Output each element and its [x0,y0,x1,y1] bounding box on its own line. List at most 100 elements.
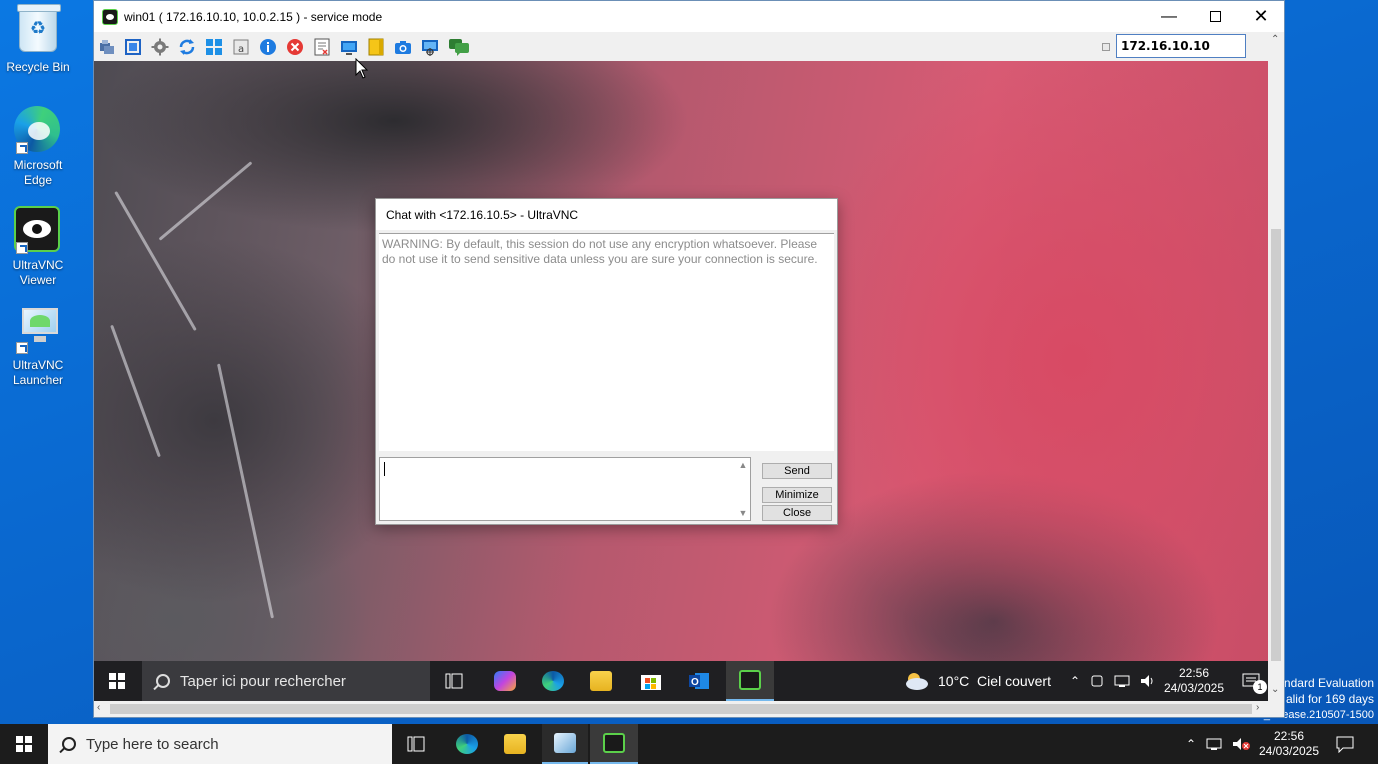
chevron-up-icon[interactable]: ⌃ [1070,674,1080,688]
remote-search-box[interactable]: Taper ici pour rechercher [142,661,430,701]
window-title: win01 ( 172.16.10.10, 10.0.2.15 ) - serv… [124,9,383,24]
file-transfer-icon[interactable] [313,38,331,56]
scroll-up-icon[interactable]: ⌃ [1271,34,1279,45]
host-edge-button[interactable] [452,724,482,764]
weather-cloud-icon [906,673,928,690]
connection-info-icon[interactable] [259,38,277,56]
remote-desktop-screen[interactable]: Chat with <172.16.10.5> - UltraVNC WARNI… [94,61,1268,701]
edge-icon [542,671,564,691]
desktop-icon-recycle-bin[interactable]: Recycle Bin [2,4,74,75]
remote-edge-button[interactable] [538,661,568,701]
chat-dialog: Chat with <172.16.10.5> - UltraVNC WARNI… [375,198,838,525]
folder-icon [504,734,526,754]
windows-logo-icon [16,736,32,752]
close-connection-icon[interactable] [286,38,304,56]
options-gear-icon[interactable] [151,38,169,56]
start-button[interactable] [0,724,48,764]
host-date: 24/03/2025 [1258,744,1320,758]
horizontal-scrollbar[interactable]: ‹ › [94,701,1268,717]
scroll-up-icon[interactable]: ▲ [738,460,748,470]
address-field[interactable]: 172.16.10.10 [1116,34,1246,58]
folder-icon [590,671,612,691]
svg-text:O: O [691,677,699,688]
outlook-icon: O [689,673,709,689]
close-icon: ✕ [1253,6,1269,26]
minimize-icon: — [1161,7,1177,25]
send-start-icon[interactable] [205,38,223,56]
host-ultravnc-viewer-button[interactable] [590,724,638,764]
host-file-explorer-button[interactable] [500,724,530,764]
refresh-icon[interactable] [178,38,196,56]
windows-logo-icon [109,673,125,689]
text-chat-icon[interactable] [367,38,385,56]
send-ctrl-alt-del-icon[interactable] [98,38,116,56]
maximize-button[interactable] [1192,1,1238,32]
host-time: 22:56 [1273,729,1305,743]
notification-icon [1336,736,1354,753]
remote-start-button[interactable] [94,661,140,701]
host-search-box[interactable]: Type here to search [48,724,392,764]
send-button[interactable]: Send [762,463,832,479]
close-chat-button[interactable]: Close [762,505,832,521]
remote-ultravnc-button[interactable] [726,661,774,701]
scroll-left-icon[interactable]: ‹ [97,702,100,713]
fullscreen-icon[interactable] [124,38,142,56]
copilot-button[interactable] [490,661,520,701]
scroll-down-icon[interactable]: ⌄ [1271,684,1279,695]
scrollbar-thumb[interactable] [110,704,1252,714]
ultravnc-viewer-icon [603,733,625,753]
scroll-right-icon[interactable]: › [1256,702,1259,713]
window-titlebar[interactable]: win01 ( 172.16.10.10, 10.0.2.15 ) - serv… [94,1,1284,32]
chat-log: WARNING: By default, this session do not… [379,233,834,451]
snapshot-camera-icon[interactable] [394,38,412,56]
host-task-view-button[interactable] [402,724,430,764]
minimize-button[interactable]: — [1146,1,1192,32]
weather-widget[interactable]: 10°C Ciel couvert [902,661,1051,701]
desktop-icon-ultravnc-launcher[interactable]: UltraVNC Launcher [2,306,74,388]
chat-dialog-titlebar[interactable]: Chat with <172.16.10.5> - UltraVNC [376,199,837,230]
select-monitor-icon[interactable] [421,38,439,56]
ultravnc-viewer-icon [739,670,761,690]
minimize-chat-button[interactable]: Minimize [762,487,832,503]
clipboard-icon[interactable]: a [232,38,250,56]
recycle-bin-icon [14,4,62,56]
single-window-icon[interactable] [340,38,358,56]
search-icon [62,737,76,751]
ultravnc-app-icon [102,8,118,25]
close-window-button[interactable]: ✕ [1238,1,1284,32]
remote-outlook-button[interactable]: O [684,661,714,701]
scrollbar-thumb[interactable] [1271,229,1281,661]
volume-icon[interactable] [1140,674,1156,688]
remote-store-button[interactable] [636,661,666,701]
vertical-scrollbar[interactable]: ⌃ ⌄ [1268,32,1284,701]
desktop-icon-label: Recycle Bin [6,60,70,74]
wallpaper-streak [114,190,197,332]
maximize-icon [1209,11,1221,22]
task-view-icon [445,673,463,689]
chat-message-input[interactable]: ▲ ▼ [379,457,751,521]
network-icon[interactable] [1206,737,1222,751]
chat-icon[interactable] [448,38,470,56]
address-indicator [1102,43,1110,51]
remote-clock[interactable]: 22:56 24/03/2025 [1162,661,1226,701]
task-view-button[interactable] [440,661,468,701]
host-clock[interactable]: 22:56 24/03/2025 [1256,724,1322,764]
network-icon[interactable] [1114,674,1130,688]
ultravnc-viewer-icon [14,206,62,254]
desktop-icon-label: Microsoft Edge [13,158,63,187]
desktop-icon-ultravnc-viewer[interactable]: UltraVNC Viewer [2,206,74,288]
store-icon [641,675,661,690]
copilot-icon [494,671,516,691]
edge-icon [456,734,478,754]
scroll-down-icon[interactable]: ▼ [738,508,748,518]
desktop-icon-edge[interactable]: Microsoft Edge [2,106,74,188]
chevron-up-icon[interactable]: ⌃ [1186,737,1196,751]
remote-file-explorer-button[interactable] [586,661,616,701]
chat-input-scrollbar[interactable]: ▲ ▼ [736,458,750,520]
ultravnc-launcher-icon [554,733,576,753]
meet-now-icon[interactable] [1090,673,1104,689]
remote-notifications-button[interactable]: 1 [1242,661,1267,701]
volume-muted-icon[interactable] [1232,737,1251,751]
host-notifications-button[interactable] [1336,724,1354,764]
host-launcher-button[interactable] [542,724,588,764]
